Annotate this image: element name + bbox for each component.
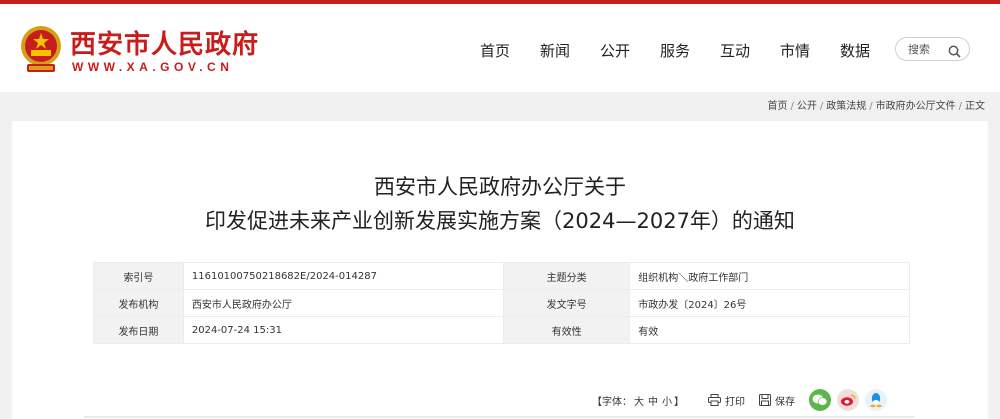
main-nav: 首页 新闻 公开 服务 互动 市情 数据 <box>465 40 885 61</box>
breadcrumb-open[interactable]: 公开 <box>797 101 817 112</box>
meta-label: 发布机构 <box>93 289 184 317</box>
table-row: 发布机构 西安市人民政府办公厅 发文字号 市政办发〔2024〕26号 <box>93 289 910 317</box>
meta-value: 11610100750218682E/2024-014287 <box>182 262 505 290</box>
print-label: 打印 <box>725 396 745 408</box>
save-icon <box>759 394 771 406</box>
breadcrumb-home[interactable]: 首页 <box>768 101 788 112</box>
meta-value: 2024-07-24 15:31 <box>182 316 505 344</box>
search-input[interactable] <box>908 41 948 57</box>
font-size-suffix: 】 <box>674 396 684 408</box>
search-box <box>895 37 970 61</box>
meta-label: 主题分类 <box>502 262 631 290</box>
font-medium-button[interactable]: 中 <box>648 397 658 408</box>
breadcrumb-separator: / <box>869 101 873 112</box>
print-button[interactable]: 打印 <box>708 393 745 408</box>
nav-item-interact[interactable]: 互动 <box>705 40 765 61</box>
font-size-control: 【字体：大中小】 <box>592 393 684 408</box>
font-large-button[interactable]: 大 <box>634 397 644 408</box>
qq-icon[interactable] <box>865 389 887 411</box>
search-icon[interactable] <box>948 43 961 58</box>
meta-value: 有效 <box>629 316 910 344</box>
document-panel: 西安市人民政府办公厅关于 印发促进未来产业创新发展实施方案（2024—2027年… <box>12 121 988 419</box>
save-button[interactable]: 保存 <box>759 393 795 408</box>
document-tools: 【字体：大中小】 打印 保存 <box>592 389 893 411</box>
meta-value: 市政办发〔2024〕26号 <box>629 289 910 317</box>
meta-label: 发布日期 <box>93 316 184 344</box>
table-row: 发布日期 2024-07-24 15:31 有效性 有效 <box>93 316 910 344</box>
meta-label: 索引号 <box>93 262 184 290</box>
site-header: 西安市人民政府 WWW.XA.GOV.CN 首页 新闻 公开 服务 互动 市情 … <box>0 0 1000 92</box>
breadcrumb-separator: / <box>790 101 794 112</box>
printer-icon <box>708 394 721 406</box>
meta-label: 发文字号 <box>502 289 631 317</box>
nav-item-home[interactable]: 首页 <box>465 40 525 61</box>
breadcrumb-office-docs[interactable]: 市政府办公厅文件 <box>876 101 956 112</box>
breadcrumb-policy[interactable]: 政策法规 <box>826 101 866 112</box>
nav-item-open[interactable]: 公开 <box>585 40 645 61</box>
document-title-line2: 印发促进未来产业创新发展实施方案（2024—2027年）的通知 <box>205 209 795 233</box>
wechat-icon[interactable] <box>809 389 831 411</box>
nav-item-news[interactable]: 新闻 <box>525 40 585 61</box>
font-small-button[interactable]: 小 <box>662 397 672 408</box>
breadcrumb-separator: / <box>819 101 824 112</box>
nav-item-service[interactable]: 服务 <box>645 40 705 61</box>
meta-value: 西安市人民政府办公厅 <box>182 289 505 317</box>
breadcrumb-separator: / <box>958 101 962 112</box>
breadcrumb-current: 正文 <box>965 101 985 112</box>
font-size-prefix: 【字体： <box>592 396 632 408</box>
site-url: WWW.XA.GOV.CN <box>72 60 234 74</box>
document-title-line1: 西安市人民政府办公厅关于 <box>374 175 626 199</box>
save-label: 保存 <box>775 396 795 408</box>
document-meta-table: 索引号 11610100750218682E/2024-014287 主题分类 … <box>93 262 910 344</box>
nav-item-city[interactable]: 市情 <box>765 40 825 61</box>
weibo-icon[interactable] <box>837 389 859 411</box>
nav-item-data[interactable]: 数据 <box>825 40 885 61</box>
table-row: 索引号 11610100750218682E/2024-014287 主题分类 … <box>93 262 910 290</box>
divider <box>84 416 914 418</box>
national-emblem-icon[interactable] <box>19 24 63 76</box>
site-title[interactable]: 西安市人民政府 <box>70 24 259 61</box>
breadcrumb: 首页 / 公开 / 政策法规 / 市政府办公厅文件 / 正文 <box>768 97 986 112</box>
meta-label: 有效性 <box>502 316 631 344</box>
meta-value: 组织机构＼政府工作部门 <box>629 262 910 290</box>
